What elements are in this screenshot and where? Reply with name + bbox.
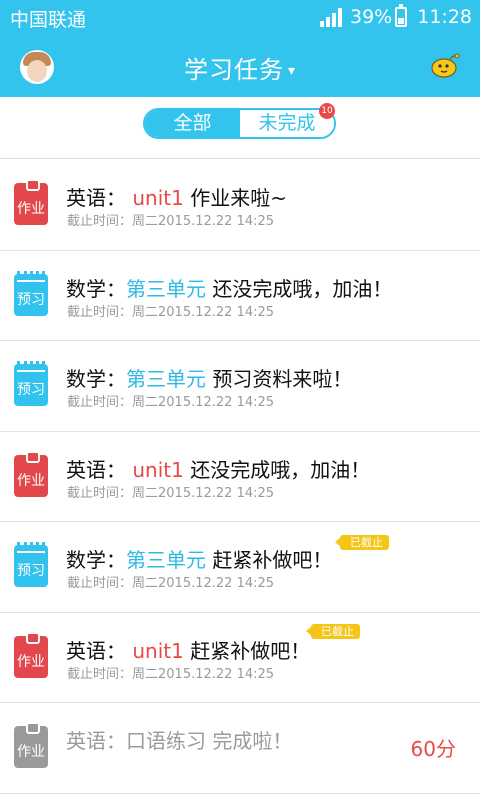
page-title-dropdown[interactable]: 学习任务 ▾ [0, 50, 480, 85]
task-deadline: 截止时间：周二2015.12.22 14:25 [67, 576, 275, 591]
task-title: 英语： unit1 作业来啦~ [66, 182, 287, 211]
task-subject: 数学： [66, 367, 126, 391]
preview-icon: 预习 [14, 361, 48, 406]
task-message: 作业来啦~ [190, 186, 287, 210]
carrier-name: 中国联通 [10, 9, 87, 31]
battery-percentage: 39% [350, 6, 393, 28]
battery-icon [395, 4, 408, 27]
task-title: 英语： unit1 还没完成哦，加油！ [66, 454, 370, 483]
homework-icon: 作业 [14, 450, 48, 497]
icon-label: 作业 [17, 472, 45, 489]
list-item[interactable]: 作业 英语：口语练习 完成啦！ 60分 [0, 703, 480, 794]
task-list: 作业 英语： unit1 作业来啦~ 截止时间：周二2015.12.22 14:… [0, 160, 480, 794]
page-title: 学习任务 [183, 56, 284, 84]
list-item[interactable]: 作业 英语： unit1 作业来啦~ 截止时间：周二2015.12.22 14:… [0, 160, 480, 251]
list-item[interactable]: 预习 数学：第三单元 预习资料来啦！ 截止时间：周二2015.12.22 14:… [0, 341, 480, 432]
icon-label: 预习 [17, 563, 45, 579]
list-item[interactable]: 作业 英语： unit1 赶紧补做吧！ 已截止 截止时间：周二2015.12.2… [0, 613, 480, 703]
icon-label: 作业 [17, 744, 45, 760]
tab-all[interactable]: 全部 [145, 110, 240, 137]
chevron-down-icon: ▾ [287, 63, 297, 79]
task-unit: unit1 [132, 186, 184, 210]
status-indicators: 39% 11:28 [320, 4, 472, 30]
task-message: 还没完成哦，加油！ [212, 276, 393, 301]
task-unit: 第三单元 [126, 367, 206, 391]
list-item[interactable]: 预习 数学：第三单元 赶紧补做吧！ 已截止 截止时间：周二2015.12.22 … [0, 522, 480, 613]
task-title: 数学：第三单元 还没完成哦，加油！ [66, 273, 392, 302]
task-unit: unit1 [132, 457, 184, 482]
task-unit: 第三单元 [126, 548, 206, 572]
task-unit: unit1 [132, 638, 184, 663]
expired-badge: 已截止 [306, 623, 360, 639]
icon-label: 作业 [17, 201, 45, 217]
incomplete-count-badge: 10 [319, 103, 335, 119]
task-deadline: 截止时间：周二2015.12.22 14:25 [67, 666, 275, 682]
task-message: 赶紧补做吧！ [212, 548, 333, 572]
task-title: 英语：口语练习 完成啦！ [66, 725, 292, 754]
task-subject: 英语： [66, 186, 126, 210]
expired-badge: 已截止 [335, 535, 389, 550]
task-message: 赶紧补做吧！ [190, 638, 311, 663]
task-subject: 数学： [66, 548, 126, 572]
status-bar: 中国联通 39% 11:28 [0, 0, 480, 34]
chick-mascot-icon[interactable] [430, 52, 460, 78]
list-item[interactable]: 作业 英语： unit1 还没完成哦，加油！ 截止时间：周二2015.12.22… [0, 432, 480, 522]
preview-icon: 预习 [14, 542, 48, 587]
homework-done-icon: 作业 [14, 722, 48, 768]
task-title: 英语： unit1 赶紧补做吧！ [66, 635, 310, 664]
task-subject: 英语： [66, 638, 126, 663]
list-item[interactable]: 预习 数学：第三单元 还没完成哦，加油！ 截止时间：周二2015.12.22 1… [0, 251, 480, 341]
task-deadline: 截止时间：周二2015.12.22 14:25 [67, 485, 275, 501]
filter-bar: 全部 未完成 10 [0, 97, 480, 159]
preview-icon: 预习 [14, 270, 48, 316]
icon-label: 预习 [17, 382, 45, 398]
task-score: 60分 [410, 737, 456, 761]
icon-label: 预习 [17, 291, 45, 308]
app-header: 学习任务 ▾ [0, 34, 480, 97]
task-title: 数学：第三单元 预习资料来啦！ [66, 363, 352, 392]
task-title: 数学：第三单元 赶紧补做吧！ [66, 544, 332, 573]
task-deadline: 截止时间：周二2015.12.22 14:25 [67, 214, 275, 229]
icon-label: 作业 [17, 653, 45, 670]
task-subject: 数学： [66, 276, 126, 301]
task-message: 预习资料来啦！ [212, 367, 353, 391]
task-message: 完成啦！ [212, 729, 293, 753]
task-unit: 第三单元 [126, 276, 206, 301]
task-subject: 英语： [66, 729, 126, 753]
task-subject: 英语： [66, 457, 126, 482]
clock: 11:28 [417, 6, 472, 28]
task-deadline: 截止时间：周二2015.12.22 14:25 [67, 395, 275, 410]
filter-tabs: 全部 未完成 [143, 108, 336, 139]
homework-icon: 作业 [14, 179, 48, 225]
signal-icon [320, 7, 344, 27]
task-unit: 口语练习 [126, 729, 206, 753]
task-message: 还没完成哦，加油！ [190, 457, 371, 482]
homework-icon: 作业 [14, 631, 48, 678]
task-deadline: 截止时间：周二2015.12.22 14:25 [67, 304, 275, 320]
